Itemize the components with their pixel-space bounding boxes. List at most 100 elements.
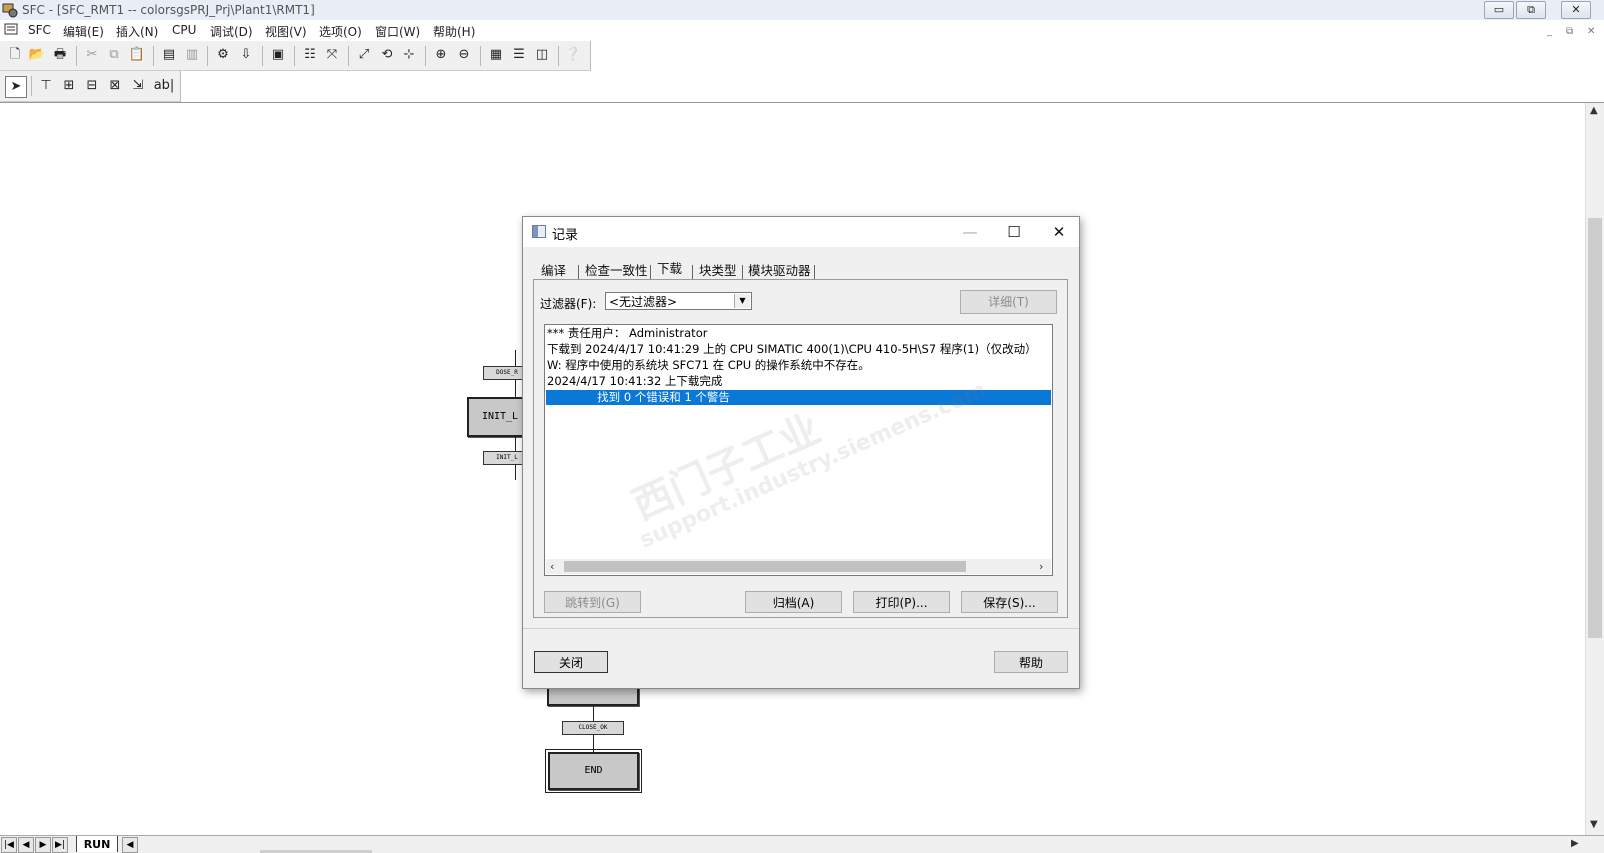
step-transition-icon[interactable]: ⊤ — [36, 76, 56, 96]
toolbar-separator — [262, 46, 263, 66]
tab-consistency-check[interactable]: 检查一致性 — [581, 261, 652, 281]
scroll-left-icon[interactable]: ◀ — [122, 837, 138, 853]
text-icon[interactable]: ab| — [151, 76, 177, 96]
toolbar-separator — [207, 46, 208, 66]
step-end[interactable]: END — [545, 749, 642, 793]
menu-insert[interactable]: 插入(N) — [116, 23, 158, 40]
menu-cpu[interactable]: CPU — [172, 23, 196, 37]
toolbar-separator — [480, 46, 481, 66]
select-icon[interactable]: ➤ — [5, 76, 27, 98]
scroll-up-icon[interactable]: ▲ — [1590, 105, 1598, 116]
cut-icon[interactable]: ✂ — [82, 45, 102, 65]
help-button[interactable]: 帮助 — [994, 651, 1068, 673]
last-sheet-icon[interactable]: ▶| — [52, 837, 68, 853]
filter-select[interactable]: <无过滤器> ▼ — [605, 292, 752, 310]
zoom-area-icon[interactable]: ⤢ — [354, 45, 374, 65]
standard-toolbar: 🗋 📂 🖶 ✂ ⧉ 📋 ▤ ▥ ⚙ ⇩ ▣ ☷ ⤧ ⤢ ⟲ ⊹ ⊕ ⊖ ▦ ☰ … — [0, 41, 591, 71]
print-button[interactable]: 打印(P)... — [853, 591, 950, 613]
print-icon[interactable]: 🖶 — [50, 45, 70, 65]
menu-options[interactable]: 选项(O) — [319, 23, 362, 40]
mdi-close-button[interactable]: ✕ — [1587, 26, 1595, 37]
zoom-step-icon[interactable]: ⟲ — [377, 45, 397, 65]
minimize-button[interactable]: ▭ — [1484, 1, 1514, 19]
menu-view[interactable]: 视图(V) — [265, 23, 307, 40]
tile-horizontal-icon[interactable]: ☰ — [509, 45, 529, 65]
open-icon[interactable]: 📂 — [27, 45, 47, 65]
zoom-in-icon[interactable]: ⊕ — [431, 45, 451, 65]
close-dialog-button[interactable]: 关闭 — [534, 651, 608, 673]
dialog-close-button[interactable]: ✕ — [1044, 221, 1074, 243]
properties-icon[interactable]: ▤ — [159, 45, 179, 65]
new-icon[interactable]: 🗋 — [5, 45, 25, 65]
object-properties-icon[interactable]: ▥ — [182, 45, 202, 65]
mdi-restore-button[interactable]: ⧉ — [1566, 26, 1573, 37]
next-sheet-icon[interactable]: ▶ — [35, 837, 51, 853]
mdi-minimize-button[interactable]: _ — [1547, 26, 1552, 37]
monitor-icon[interactable]: ▣ — [268, 45, 288, 65]
zoom-out-icon[interactable]: ⊖ — [454, 45, 474, 65]
log-line[interactable]: W: 程序中使用的系统块 SFC71 在 CPU 的操作系统中不存在。 — [547, 358, 870, 373]
first-sheet-icon[interactable]: |◀ — [1, 837, 17, 853]
compile-icon[interactable]: ⚙ — [213, 45, 233, 65]
toolbar-separator — [294, 46, 295, 66]
help-icon[interactable]: ❔ — [563, 45, 583, 65]
transition-close-ok[interactable]: CLOSE_OK — [562, 721, 624, 735]
tab-separator — [742, 265, 743, 280]
scroll-right-icon[interactable]: › — [1039, 560, 1043, 573]
menu-bar: SFC 编辑(E) 插入(N) CPU 调试(D) 视图(V) 选项(O) 窗口… — [0, 20, 1604, 41]
simultaneous-branch-icon[interactable]: ⊟ — [82, 76, 102, 96]
scroll-right-icon[interactable]: ▶ — [1571, 838, 1579, 849]
loop-icon[interactable]: ⊠ — [105, 76, 125, 96]
tab-compile[interactable]: 编译 — [537, 261, 570, 281]
document-menu-icon[interactable] — [4, 22, 18, 39]
tab-separator — [578, 265, 579, 280]
tab-module-drivers[interactable]: 模块驱动器 — [744, 261, 815, 281]
close-button[interactable]: ✕ — [1561, 1, 1591, 19]
goto-button[interactable]: 跳转到(G) — [544, 591, 641, 613]
copy-icon[interactable]: ⧉ — [104, 45, 124, 65]
toolbar-separator — [153, 46, 154, 66]
tab-block-types[interactable]: 块类型 — [695, 261, 741, 281]
dialog-minimize-button[interactable]: — — [955, 221, 985, 243]
chevron-down-icon[interactable]: ▼ — [734, 294, 750, 308]
tile-vertical-icon[interactable]: ◫ — [532, 45, 552, 65]
archive-button[interactable]: 归档(A) — [745, 591, 842, 613]
scroll-down-icon[interactable]: ▼ — [1590, 819, 1598, 830]
tab-download[interactable]: 下载 — [653, 257, 687, 281]
scroll-left-icon[interactable]: ‹ — [550, 560, 554, 573]
log-list[interactable]: *** 责任用户： Administrator 下载到 2024/4/17 10… — [544, 324, 1053, 576]
jump-icon[interactable]: ⇲ — [128, 76, 148, 96]
sheet-tab-run[interactable]: RUN — [76, 836, 118, 852]
dialog-separator — [523, 628, 1079, 629]
log-scroll-thumb[interactable] — [564, 561, 966, 572]
cascade-icon[interactable]: ▦ — [486, 45, 506, 65]
vertical-scrollbar[interactable]: ▲ ▼ — [1585, 103, 1604, 835]
alternative-branch-icon[interactable]: ⊞ — [59, 76, 79, 96]
log-line[interactable]: 下载到 2024/4/17 10:41:29 上的 CPU SIMATIC 40… — [547, 342, 1037, 357]
paste-icon[interactable]: 📋 — [127, 45, 147, 65]
overview-icon[interactable]: ☷ — [300, 45, 320, 65]
scroll-thumb[interactable] — [1588, 218, 1602, 638]
log-line[interactable]: *** 责任用户： Administrator — [547, 326, 707, 341]
log-line[interactable]: 2024/4/17 10:41:32 上下载完成 — [547, 374, 722, 389]
fit-icon[interactable]: ⤧ — [322, 45, 342, 65]
restore-button[interactable]: ⧉ — [1516, 1, 1546, 19]
connector-line — [515, 350, 516, 366]
menu-window[interactable]: 窗口(W) — [375, 23, 420, 40]
log-line-selected[interactable]: 找到 0 个错误和 1 个警告 — [546, 390, 1051, 405]
menu-sfc[interactable]: SFC — [28, 23, 51, 37]
window-title: SFC - [SFC_RMT1 -- colorsgsPRJ_Prj\Plant… — [22, 3, 315, 17]
menu-edit[interactable]: 编辑(E) — [63, 23, 104, 40]
zoom-point-icon[interactable]: ⊹ — [399, 45, 419, 65]
details-button[interactable]: 详细(T) — [960, 290, 1057, 314]
prev-sheet-icon[interactable]: ◀ — [18, 837, 34, 853]
menu-debug[interactable]: 调试(D) — [210, 23, 253, 40]
save-button[interactable]: 保存(S)... — [961, 591, 1058, 613]
download-icon[interactable]: ⇩ — [236, 45, 256, 65]
connector-line — [515, 379, 516, 397]
connector-line — [515, 435, 516, 451]
menu-help[interactable]: 帮助(H) — [433, 23, 475, 40]
dialog-maximize-button[interactable]: ☐ — [999, 221, 1029, 243]
log-horizontal-scrollbar[interactable]: ‹ › — [546, 559, 1051, 574]
filter-select-value: <无过滤器> — [609, 295, 678, 309]
